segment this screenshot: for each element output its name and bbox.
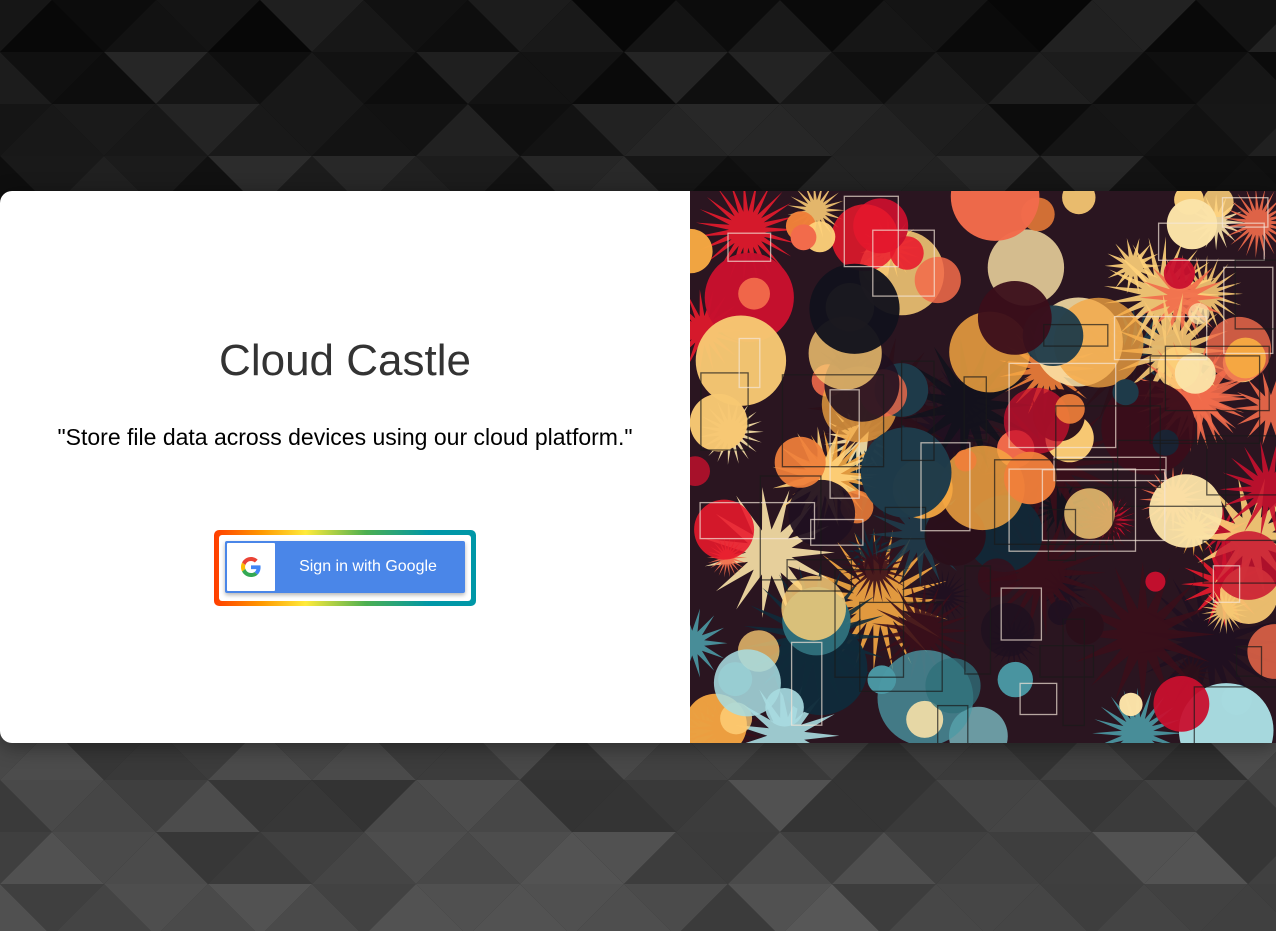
tagline: "Store file data across devices using ou… (57, 424, 633, 450)
page-title: Cloud Castle (219, 336, 471, 385)
abstract-art-image (690, 191, 1276, 743)
google-logo-box (227, 543, 275, 591)
google-signin-frame: Sign in with Google (214, 530, 476, 606)
google-signin-label: Sign in with Google (299, 558, 437, 575)
login-panel: Cloud Castle "Store file data across dev… (0, 191, 690, 743)
hero-image (690, 191, 1276, 743)
login-card: Cloud Castle "Store file data across dev… (0, 191, 1276, 743)
google-signin-frame-inner: Sign in with Google (219, 535, 471, 601)
google-signin-button[interactable]: Sign in with Google (225, 541, 465, 593)
google-g-icon (241, 557, 261, 577)
